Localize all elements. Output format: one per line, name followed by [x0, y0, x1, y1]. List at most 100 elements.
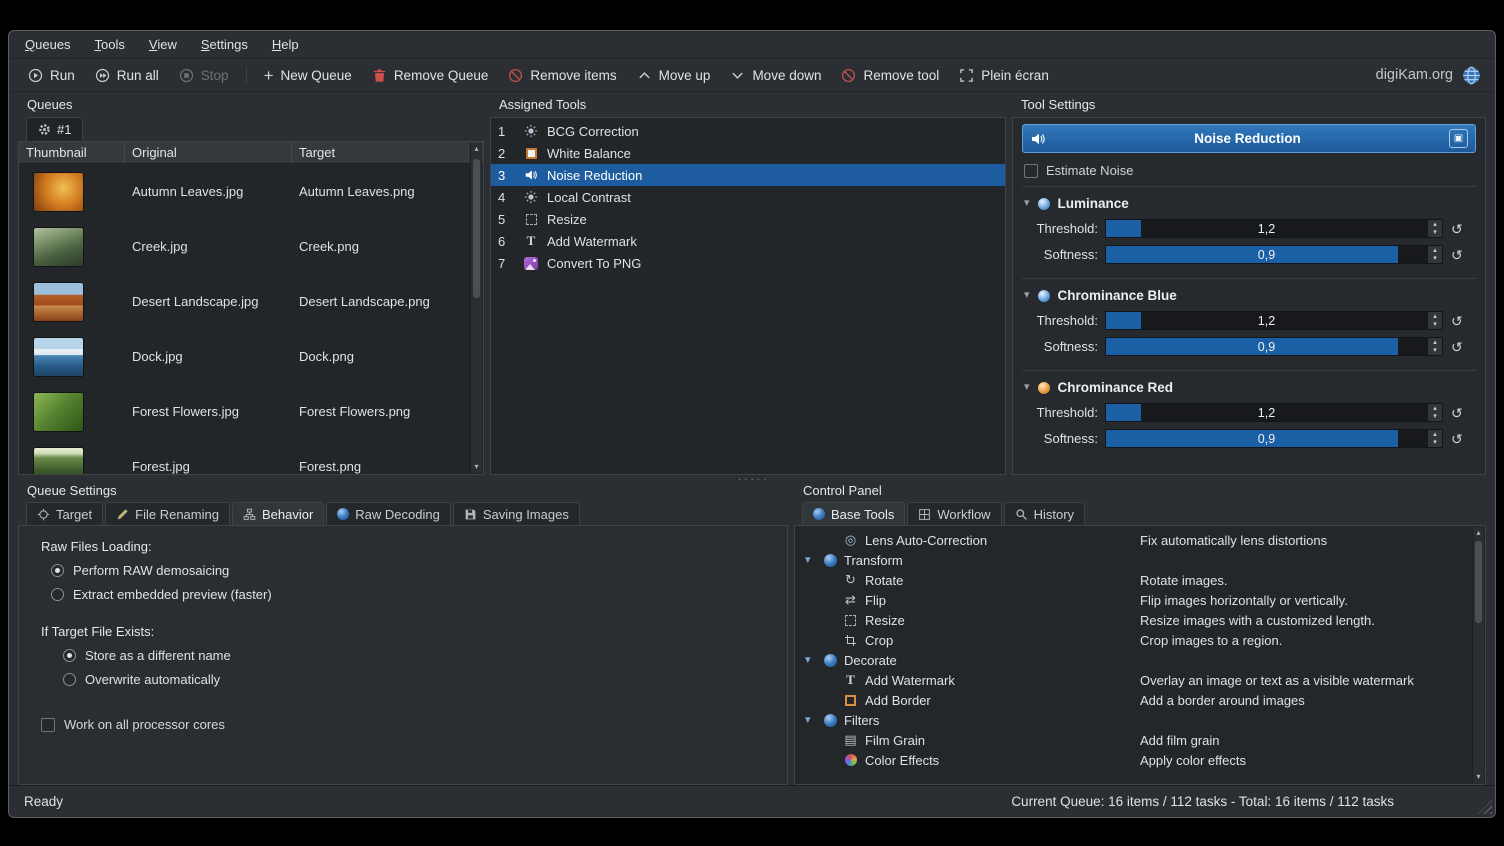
assigned-tool-row[interactable]: 5 Resize — [491, 208, 1005, 230]
table-row[interactable]: Dock.jpg Dock.png — [19, 329, 483, 384]
table-row[interactable]: Creek.jpg Creek.png — [19, 219, 483, 274]
tool-list-item[interactable]: ◎Lens Auto-Correction Fix automatically … — [795, 530, 1471, 550]
fullscreen-button[interactable]: Plein écran — [950, 64, 1058, 87]
menu-help[interactable]: Help — [272, 37, 299, 52]
remove-items-button[interactable]: Remove items — [499, 64, 625, 87]
resize-grip-icon[interactable] — [1478, 800, 1492, 814]
horizontal-splitter[interactable]: ····· — [18, 475, 1486, 482]
remove-tool-button[interactable]: Remove tool — [832, 64, 948, 87]
new-queue-button[interactable]: + New Queue — [255, 64, 361, 87]
run-button[interactable]: Run — [19, 64, 84, 87]
spin-up-icon[interactable]: ▴ — [1433, 339, 1437, 346]
tab-behavior[interactable]: Behavior — [232, 502, 324, 525]
tab-base-tools[interactable]: Base Tools — [802, 502, 905, 525]
spin-down-icon[interactable]: ▾ — [1433, 413, 1437, 420]
reset-default-icon[interactable]: ↺ — [1451, 248, 1463, 262]
column-header-thumbnail[interactable]: Thumbnail — [19, 142, 125, 163]
spin-down-icon[interactable]: ▾ — [1433, 255, 1437, 262]
spin-arrows[interactable]: ▴▾ — [1427, 338, 1442, 355]
reset-default-icon[interactable]: ↺ — [1451, 314, 1463, 328]
chrominance-red-section-header[interactable]: ▾ Chrominance Red — [1024, 380, 1476, 395]
spin-up-icon[interactable]: ▴ — [1433, 405, 1437, 412]
table-row[interactable]: Forest.jpg Forest.png — [19, 439, 483, 475]
tool-group[interactable]: ▾Decorate — [795, 650, 1471, 670]
menu-queues[interactable]: Queues — [25, 37, 71, 52]
spin-up-icon[interactable]: ▴ — [1433, 431, 1437, 438]
tool-list-item[interactable]: TAdd Watermark Overlay an image or text … — [795, 670, 1471, 690]
tab-saving-images[interactable]: Saving Images — [453, 502, 580, 525]
tool-settings-menu-button[interactable]: ▣ — [1449, 129, 1468, 148]
scroll-down-icon[interactable]: ▾ — [1473, 771, 1484, 783]
tab-history[interactable]: History — [1004, 502, 1085, 525]
luminance-section-header[interactable]: ▾ Luminance — [1024, 196, 1476, 211]
chrominance-blue-section-header[interactable]: ▾ Chrominance Blue — [1024, 288, 1476, 303]
tab-raw-decoding[interactable]: Raw Decoding — [326, 502, 451, 525]
spin-down-icon[interactable]: ▾ — [1433, 229, 1437, 236]
spin-down-icon[interactable]: ▾ — [1433, 439, 1437, 446]
threshold-spinbox[interactable]: 1,2 ▴▾ — [1105, 403, 1443, 422]
spin-down-icon[interactable]: ▾ — [1433, 321, 1437, 328]
tab-file-renaming[interactable]: File Renaming — [105, 502, 230, 525]
radio-store-as-different-name[interactable]: Store as a different name — [63, 648, 787, 663]
table-row[interactable]: Forest Flowers.jpg Forest Flowers.png — [19, 384, 483, 439]
tool-list-item[interactable]: ↻Rotate Rotate images. — [795, 570, 1471, 590]
tab-target[interactable]: Target — [26, 502, 103, 525]
tool-list-item[interactable]: Crop Crop images to a region. — [795, 630, 1471, 650]
threshold-spinbox[interactable]: 1,2 ▴▾ — [1105, 311, 1443, 330]
menu-view[interactable]: View — [149, 37, 177, 52]
assigned-tool-row[interactable]: 7 Convert To PNG — [491, 252, 1005, 274]
control-panel-vertical-scrollbar[interactable]: ▴ ▾ — [1472, 527, 1484, 783]
spin-up-icon[interactable]: ▴ — [1433, 313, 1437, 320]
assigned-tool-row[interactable]: 1 BCG Correction — [491, 120, 1005, 142]
reset-default-icon[interactable]: ↺ — [1451, 340, 1463, 354]
scroll-up-icon[interactable]: ▴ — [1473, 527, 1484, 539]
spin-down-icon[interactable]: ▾ — [1433, 347, 1437, 354]
run-all-button[interactable]: Run all — [86, 64, 168, 87]
scroll-up-icon[interactable]: ▴ — [471, 143, 482, 155]
assigned-tool-row-selected[interactable]: 3 Noise Reduction — [491, 164, 1005, 186]
spin-arrows[interactable]: ▴▾ — [1427, 220, 1442, 237]
scrollbar-thumb[interactable] — [473, 159, 480, 298]
radio-extract-embedded-preview[interactable]: Extract embedded preview (faster) — [51, 587, 787, 602]
queues-vertical-scrollbar[interactable]: ▴ ▾ — [470, 143, 482, 473]
table-row[interactable]: Autumn Leaves.jpg Autumn Leaves.png — [19, 164, 483, 219]
queue-tab-1[interactable]: #1 — [26, 117, 83, 141]
reset-default-icon[interactable]: ↺ — [1451, 406, 1463, 420]
menu-settings[interactable]: Settings — [201, 37, 248, 52]
threshold-spinbox[interactable]: 1,2 ▴▾ — [1105, 219, 1443, 238]
tool-list-item[interactable]: Color Effects Apply color effects — [795, 750, 1471, 770]
tab-workflow[interactable]: Workflow — [907, 502, 1001, 525]
tool-list-item[interactable]: ▤Film Grain Add film grain — [795, 730, 1471, 750]
tool-list-item[interactable]: ⇄Flip Flip images horizontally or vertic… — [795, 590, 1471, 610]
spin-arrows[interactable]: ▴▾ — [1427, 246, 1442, 263]
softness-spinbox[interactable]: 0,9 ▴▾ — [1105, 245, 1443, 264]
column-header-target[interactable]: Target — [292, 142, 470, 163]
radio-overwrite-automatically[interactable]: Overwrite automatically — [63, 672, 787, 687]
softness-spinbox[interactable]: 0,9 ▴▾ — [1105, 337, 1443, 356]
radio-perform-raw-demosaicing[interactable]: Perform RAW demosaicing — [51, 563, 787, 578]
spin-arrows[interactable]: ▴▾ — [1427, 430, 1442, 447]
remove-queue-button[interactable]: Remove Queue — [363, 64, 498, 87]
stop-button[interactable]: Stop — [170, 64, 238, 87]
assigned-tool-row[interactable]: 2 White Balance — [491, 142, 1005, 164]
assigned-tool-row[interactable]: 4 Local Contrast — [491, 186, 1005, 208]
move-down-button[interactable]: Move down — [721, 64, 830, 87]
table-row[interactable]: Desert Landscape.jpg Desert Landscape.pn… — [19, 274, 483, 329]
reset-default-icon[interactable]: ↺ — [1451, 222, 1463, 236]
menu-tools[interactable]: Tools — [95, 37, 125, 52]
scrollbar-thumb[interactable] — [1475, 541, 1482, 623]
move-up-button[interactable]: Move up — [628, 64, 720, 87]
spin-up-icon[interactable]: ▴ — [1433, 221, 1437, 228]
tool-list-item[interactable]: Resize Resize images with a customized l… — [795, 610, 1471, 630]
softness-spinbox[interactable]: 0,9 ▴▾ — [1105, 429, 1443, 448]
tool-list-item[interactable]: Add Border Add a border around images — [795, 690, 1471, 710]
spin-arrows[interactable]: ▴▾ — [1427, 404, 1442, 421]
scroll-down-icon[interactable]: ▾ — [471, 461, 482, 473]
checkbox-work-on-all-cores[interactable]: Work on all processor cores — [41, 717, 787, 732]
tool-group[interactable]: ▾Transform — [795, 550, 1471, 570]
assigned-tool-row[interactable]: 6 T Add Watermark — [491, 230, 1005, 252]
spin-arrows[interactable]: ▴▾ — [1427, 312, 1442, 329]
estimate-noise-checkbox-row[interactable]: Estimate Noise — [1024, 163, 1474, 178]
tool-group[interactable]: ▾Filters — [795, 710, 1471, 730]
reset-default-icon[interactable]: ↺ — [1451, 432, 1463, 446]
